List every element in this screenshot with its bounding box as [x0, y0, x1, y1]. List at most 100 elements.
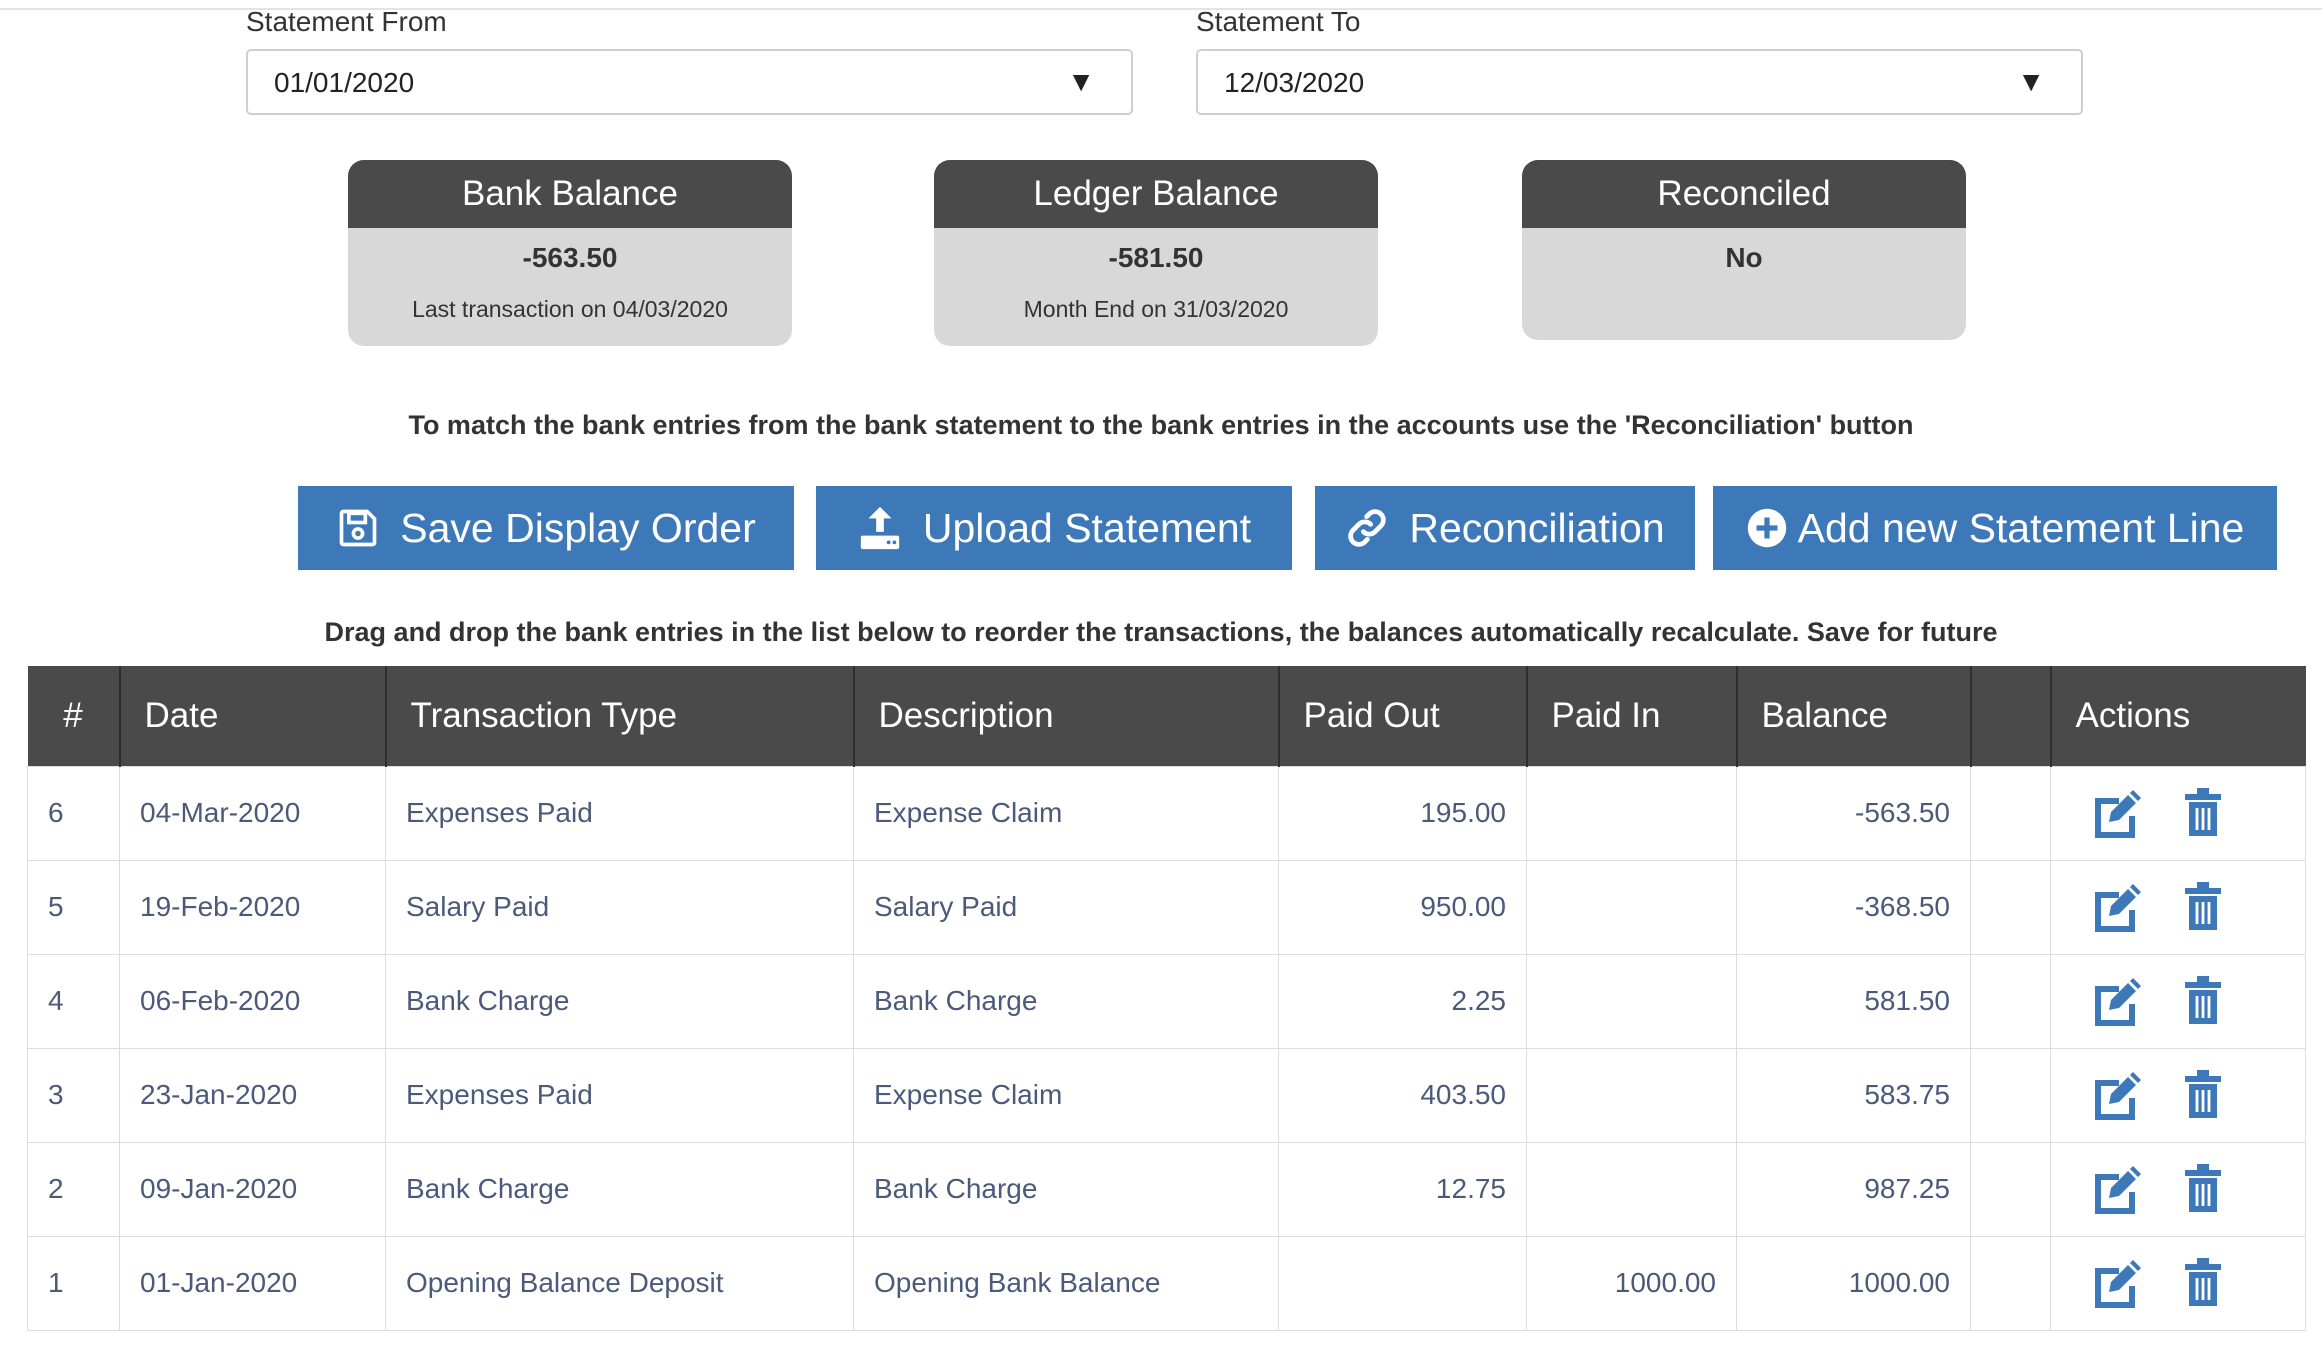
- cell-blank: [1970, 859, 2051, 955]
- caret-down-icon: ▼: [1067, 66, 1095, 97]
- statement-from-value: 01/01/2020: [274, 67, 415, 98]
- bank-balance-note: Last transaction on 04/03/2020: [412, 296, 728, 322]
- cell-description: Opening Bank Balance: [853, 1235, 1279, 1331]
- edit-icon[interactable]: [2089, 1070, 2145, 1120]
- cell-balance: 581.50: [1736, 953, 1971, 1049]
- edit-icon[interactable]: [2089, 976, 2145, 1026]
- upload-icon: [857, 505, 903, 551]
- edit-icon[interactable]: [2089, 788, 2145, 838]
- column-header-description[interactable]: Description: [852, 666, 1279, 766]
- cell-number: 3: [27, 1047, 120, 1143]
- trash-icon[interactable]: [2183, 1164, 2223, 1214]
- cell-actions: [2050, 1047, 2306, 1143]
- cell-paid-in: [1526, 953, 1737, 1049]
- table-row[interactable]: 5 19-Feb-2020 Salary Paid Salary Paid 950.00…: [27, 859, 2306, 955]
- cell-description: Bank Charge: [853, 953, 1279, 1049]
- trash-icon[interactable]: [2183, 882, 2223, 932]
- cell-description: Expense Claim: [853, 1047, 1279, 1143]
- cell-transaction-type: Opening Balance Deposit: [385, 1235, 854, 1331]
- upload-statement-button[interactable]: Upload Statement: [816, 486, 1292, 570]
- trash-icon[interactable]: [2183, 1258, 2223, 1308]
- reconciled-card: Reconciled No: [1522, 160, 1966, 340]
- cell-paid-in: [1526, 859, 1737, 955]
- cell-blank: [1970, 1235, 2051, 1331]
- add-statement-line-button[interactable]: Add new Statement Line: [1713, 486, 2277, 570]
- cell-description: Salary Paid: [853, 859, 1279, 955]
- cell-balance: 987.25: [1736, 1141, 1971, 1237]
- row-actions: [2051, 788, 2305, 838]
- cell-balance: -563.50: [1736, 765, 1971, 861]
- cell-actions: [2050, 859, 2306, 955]
- cell-paid-in: [1526, 1141, 1737, 1237]
- statement-to-select[interactable]: 12/03/2020 ▼: [1196, 49, 2083, 115]
- cell-date: 04-Mar-2020: [119, 765, 386, 861]
- cell-paid-in: 1000.00: [1526, 1235, 1737, 1331]
- cell-balance: -368.50: [1736, 859, 1971, 955]
- cell-blank: [1970, 1141, 2051, 1237]
- ledger-balance-card: Ledger Balance -581.50 Month End on 31/0…: [934, 160, 1378, 346]
- cell-date: 06-Feb-2020: [119, 953, 386, 1049]
- bank-balance-value: -563.50: [522, 242, 618, 273]
- cell-paid-in: [1526, 765, 1737, 861]
- trash-icon[interactable]: [2183, 976, 2223, 1026]
- column-header-paid-out[interactable]: Paid Out: [1277, 666, 1527, 766]
- cell-paid-out: [1278, 1235, 1527, 1331]
- plus-circle-icon: [1746, 507, 1788, 549]
- trash-icon[interactable]: [2183, 788, 2223, 838]
- column-header-date[interactable]: Date: [118, 666, 386, 766]
- edit-icon[interactable]: [2089, 1164, 2145, 1214]
- column-header-transaction-type[interactable]: Transaction Type: [384, 666, 854, 766]
- link-icon: [1345, 506, 1389, 550]
- cell-blank: [1970, 765, 2051, 861]
- column-header-number[interactable]: #: [27, 666, 120, 766]
- cell-transaction-type: Bank Charge: [385, 1141, 854, 1237]
- cell-date: 01-Jan-2020: [119, 1235, 386, 1331]
- table-row[interactable]: 4 06-Feb-2020 Bank Charge Bank Charge 2.25 58…: [27, 953, 2306, 1049]
- save-display-order-label: Save Display Order: [400, 504, 756, 551]
- cell-number: 1: [27, 1235, 120, 1331]
- save-display-order-button[interactable]: Save Display Order: [298, 486, 794, 570]
- cell-paid-out: 2.25: [1278, 953, 1527, 1049]
- reconciled-title: Reconciled: [1522, 160, 1966, 228]
- cell-transaction-type: Bank Charge: [385, 953, 854, 1049]
- table-header-row: # Date Transaction Type Description Paid…: [27, 666, 2306, 766]
- table-row[interactable]: 1 01-Jan-2020 Opening Balance Deposit Openi…: [27, 1235, 2306, 1331]
- ledger-balance-title: Ledger Balance: [934, 160, 1378, 228]
- cell-date: 19-Feb-2020: [119, 859, 386, 955]
- cell-description: Expense Claim: [853, 765, 1279, 861]
- row-actions: [2051, 882, 2305, 932]
- column-header-paid-in[interactable]: Paid In: [1525, 666, 1737, 766]
- statement-to-value: 12/03/2020: [1224, 67, 1365, 98]
- row-actions: [2051, 1164, 2305, 1214]
- reconcile-instructions: To match the bank entries from the bank …: [408, 410, 1914, 440]
- cell-paid-out: 12.75: [1278, 1141, 1527, 1237]
- cell-balance: 1000.00: [1736, 1235, 1971, 1331]
- edit-icon[interactable]: [2089, 882, 2145, 932]
- table-row[interactable]: 2 09-Jan-2020 Bank Charge Bank Charge 12.75 9…: [27, 1141, 2306, 1237]
- cell-transaction-type: Expenses Paid: [385, 765, 854, 861]
- trash-icon[interactable]: [2183, 1070, 2223, 1120]
- table-row[interactable]: 6 04-Mar-2020 Expenses Paid Expense Claim 19…: [27, 765, 2306, 861]
- row-actions: [2051, 1070, 2305, 1120]
- cell-balance: 583.75: [1736, 1047, 1971, 1143]
- edit-icon[interactable]: [2089, 1258, 2145, 1308]
- column-header-balance[interactable]: Balance: [1735, 666, 1971, 766]
- upload-statement-label: Upload Statement: [922, 504, 1252, 551]
- cell-number: 6: [27, 765, 120, 861]
- cell-paid-out: 950.00: [1278, 859, 1527, 955]
- add-statement-line-label: Add new Statement Line: [1797, 504, 2245, 551]
- reconciliation-label: Reconciliation: [1409, 504, 1665, 551]
- cell-date: 09-Jan-2020: [119, 1141, 386, 1237]
- ledger-balance-value: -581.50: [1108, 242, 1204, 273]
- cell-number: 4: [27, 953, 120, 1049]
- table-row[interactable]: 3 23-Jan-2020 Expenses Paid Expense Claim 40…: [27, 1047, 2306, 1143]
- cell-actions: [2050, 953, 2306, 1049]
- column-header-actions: Actions: [2049, 666, 2306, 766]
- cell-paid-out: 403.50: [1278, 1047, 1527, 1143]
- statement-from-select[interactable]: 01/01/2020 ▼: [246, 49, 1133, 115]
- bank-balance-card: Bank Balance -563.50 Last transaction on…: [348, 160, 792, 346]
- cell-number: 2: [27, 1141, 120, 1237]
- reconciliation-button[interactable]: Reconciliation: [1315, 486, 1695, 570]
- cell-blank: [1970, 953, 2051, 1049]
- cell-transaction-type: Salary Paid: [385, 859, 854, 955]
